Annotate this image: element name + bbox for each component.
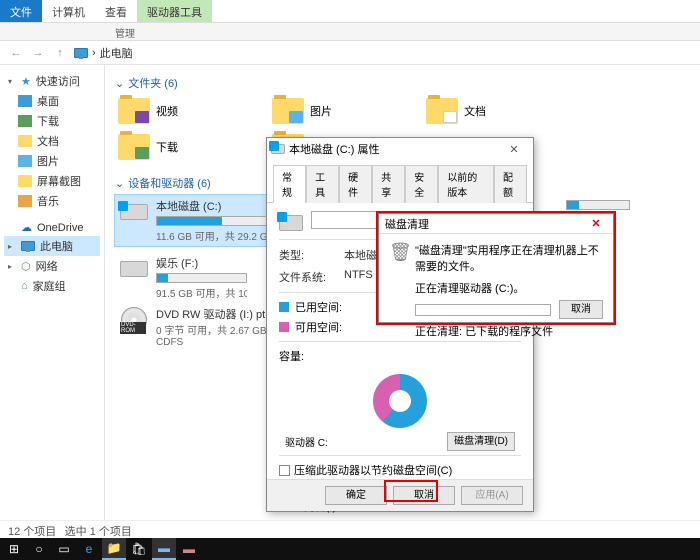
tab-sharing[interactable]: 共享 <box>372 165 405 203</box>
popup-titlebar[interactable]: 磁盘清理 ✕ <box>379 214 613 234</box>
taskview-icon[interactable]: ▭ <box>52 538 76 560</box>
navbar: ← → ↑ › 此电脑 <box>0 41 700 65</box>
hdd-icon <box>120 204 148 220</box>
hdd-icon <box>271 144 285 154</box>
app-icon-2[interactable]: ▬ <box>177 538 201 560</box>
sidebar-onedrive[interactable]: ☁OneDrive <box>4 219 100 236</box>
tab-general[interactable]: 常规 <box>273 165 306 203</box>
hdd-icon <box>279 215 303 231</box>
drive-dvd[interactable]: DVD-ROM DVD RW 驱动器 (I:) ptpress 0 字节 可用，… <box>115 303 270 351</box>
tab-hardware[interactable]: 硬件 <box>339 165 372 203</box>
sidebar: ▾★快速访问 桌面 下载 文档 图片 屏幕截图 音乐 ☁OneDrive ▸此电… <box>0 65 105 522</box>
ribbon-sub: 管理 <box>0 23 700 41</box>
store-icon[interactable]: 🛍 <box>127 538 151 560</box>
cleanup-icon: 🗑 <box>389 242 409 262</box>
progress-bar <box>415 304 551 316</box>
breadcrumb[interactable]: › 此电脑 <box>74 45 133 61</box>
hdd-icon <box>120 261 148 277</box>
sidebar-quick-access[interactable]: ▾★快速访问 <box>4 71 100 91</box>
pc-icon <box>74 48 88 58</box>
drive-f[interactable]: 娱乐 (F:) 91.5 GB 可用，共 104 G <box>115 252 250 303</box>
ribbon: 文件 计算机 查看 驱动器工具 <box>0 0 700 23</box>
breadcrumb-location: 此电脑 <box>100 45 133 61</box>
close-icon[interactable]: ✕ <box>585 217 607 230</box>
cleanup-popup: 磁盘清理 ✕ 🗑 "磁盘清理"实用程序正在清理机器上不需要的文件。 正在清理驱动… <box>378 213 614 323</box>
pie-chart <box>373 374 427 428</box>
file-tab[interactable]: 文件 <box>0 0 42 22</box>
explorer-icon[interactable]: 📁 <box>102 538 126 560</box>
cortana-icon[interactable]: ○ <box>27 538 51 560</box>
highlight-ok <box>384 480 438 502</box>
close-button[interactable]: ✕ <box>499 143 529 156</box>
cleanup-popup-highlight: 磁盘清理 ✕ 🗑 "磁盘清理"实用程序正在清理机器上不需要的文件。 正在清理驱动… <box>376 211 616 325</box>
sidebar-downloads[interactable]: 下载 <box>4 111 100 131</box>
folder-videos[interactable]: 视频 <box>115 95 265 127</box>
view-tab[interactable]: 查看 <box>95 0 137 22</box>
computer-tab[interactable]: 计算机 <box>42 0 95 22</box>
app-icon[interactable]: ▬ <box>152 538 176 560</box>
ok-button[interactable]: 确定 <box>325 486 387 505</box>
tab-tools[interactable]: 工具 <box>306 165 339 203</box>
sidebar-documents[interactable]: 文档 <box>4 131 100 151</box>
up-button[interactable]: ↑ <box>52 45 68 61</box>
compress-checkbox[interactable]: 压缩此驱动器以节约磁盘空间(C) <box>279 460 521 480</box>
disk-cleanup-button[interactable]: 磁盘清理(D) <box>447 432 515 451</box>
forward-button[interactable]: → <box>30 45 46 61</box>
drive-c[interactable]: 本地磁盘 (C:) 11.6 GB 可用，共 29.2 GB <box>115 195 270 246</box>
sidebar-network[interactable]: ▸⬡网络 <box>4 256 100 276</box>
folder-downloads[interactable]: 下载 <box>115 131 265 163</box>
back-button[interactable]: ← <box>8 45 24 61</box>
sidebar-desktop[interactable]: 桌面 <box>4 91 100 111</box>
folder-pictures[interactable]: 图片 <box>269 95 419 127</box>
drive-tools-tab[interactable]: 驱动器工具 <box>137 0 212 22</box>
folders-header[interactable]: ⌄文件夹 (6) <box>115 71 690 95</box>
tab-security[interactable]: 安全 <box>405 165 438 203</box>
pc-icon <box>21 241 35 251</box>
status-bar: 12 个项目 选中 1 个项目 <box>0 520 700 538</box>
dialog-tabs: 常规 工具 硬件 共享 安全 以前的版本 配额 <box>267 160 533 203</box>
sidebar-music[interactable]: 音乐 <box>4 191 100 211</box>
sidebar-screenshots[interactable]: 屏幕截图 <box>4 171 100 191</box>
dvd-icon: DVD-ROM <box>121 307 147 333</box>
dialog-titlebar[interactable]: 本地磁盘 (C:) 属性 ✕ <box>267 138 533 160</box>
sidebar-homegroup[interactable]: ⌂家庭组 <box>4 276 100 296</box>
folder-documents[interactable]: 文档 <box>423 95 573 127</box>
apply-button[interactable]: 应用(A) <box>461 486 523 505</box>
sidebar-pictures[interactable]: 图片 <box>4 151 100 171</box>
tab-previous[interactable]: 以前的版本 <box>438 165 494 203</box>
start-button[interactable]: ⊞ <box>2 538 26 560</box>
tab-quota[interactable]: 配额 <box>494 165 527 203</box>
taskbar: ⊞ ○ ▭ e 📁 🛍 ▬ ▬ <box>0 538 700 560</box>
edge-icon[interactable]: e <box>77 538 101 560</box>
popup-cancel-button[interactable]: 取消 <box>559 300 603 319</box>
sidebar-this-pc[interactable]: ▸此电脑 <box>4 236 100 256</box>
